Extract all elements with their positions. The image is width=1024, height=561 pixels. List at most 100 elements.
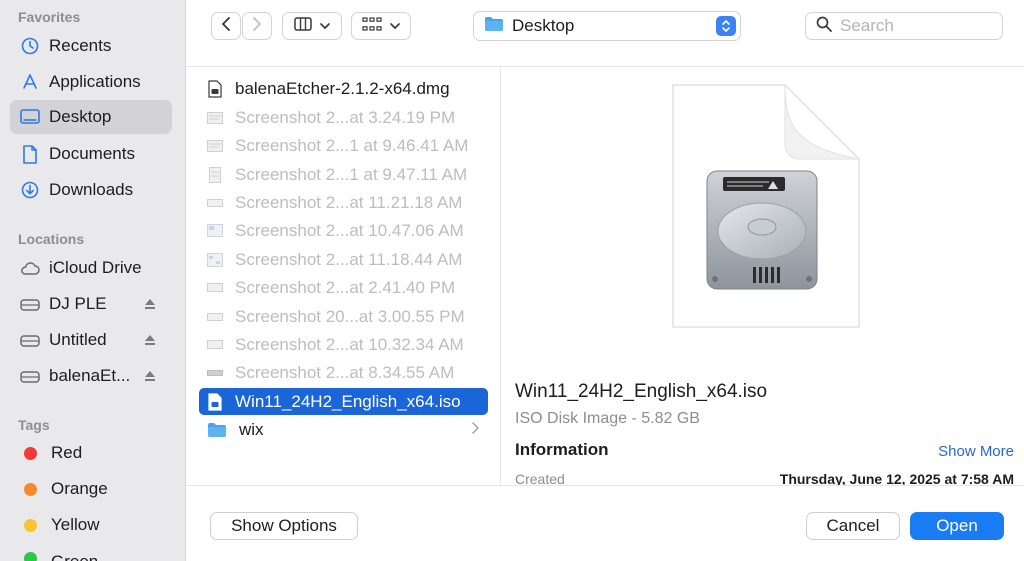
preview-file-name: Win11_24H2_English_x64.iso [515, 381, 768, 402]
grid-icon [362, 16, 382, 36]
created-value: Thursday, June 12, 2025 at 7:58 AM [779, 471, 1014, 485]
sidebar-item-label: Downloads [49, 180, 134, 199]
created-label: Created [515, 471, 565, 485]
sidebar-item-label: Desktop [49, 107, 112, 126]
file-list: balenaEtcher-2.1.2-x64.dmg Screenshot 2.… [186, 66, 501, 485]
folder-icon [484, 16, 504, 37]
desktop-icon [20, 107, 40, 127]
file-row-screenshot: Screenshot 2...at 10.47.06 AM [199, 217, 489, 244]
sidebar-item-label: Red [51, 443, 83, 462]
sidebar-tag-green[interactable]: Green [10, 544, 172, 561]
columns-view-icon [294, 16, 312, 36]
drive-icon [20, 366, 40, 386]
file-row-screenshot: Screenshot 2...at 3.24.19 PM [199, 104, 489, 131]
chevron-right-icon [472, 421, 480, 439]
cancel-button[interactable]: Cancel [806, 512, 900, 540]
file-row-screenshot: Screenshot 2...at 11.21.18 AM [199, 189, 489, 216]
sidebar: Favorites Recents Applications Desktop D… [0, 0, 186, 561]
sidebar-item-label: iCloud Drive [49, 258, 142, 277]
information-heading: Information [515, 440, 609, 459]
folder-icon [207, 420, 227, 440]
sidebar-item-applications[interactable]: Applications [10, 65, 172, 99]
search-icon [816, 16, 832, 37]
location-label: Desktop [512, 16, 575, 35]
tag-dot-icon [24, 446, 37, 460]
forward-button[interactable] [242, 12, 272, 40]
image-file-icon [207, 335, 223, 355]
show-options-button[interactable]: Show Options [210, 512, 358, 540]
sidebar-item-documents[interactable]: Documents [10, 137, 172, 171]
view-columns-button[interactable] [282, 12, 342, 40]
stepper-icon [716, 16, 736, 36]
file-name: wix [239, 419, 264, 439]
sidebar-item-label: Applications [49, 72, 141, 91]
file-name: Screenshot 2...at 3.24.19 PM [235, 107, 456, 127]
sidebar-item-balenaetcher[interactable]: balenaEt... [10, 359, 172, 393]
image-file-icon [207, 250, 223, 270]
sidebar-item-label: Documents [49, 144, 135, 163]
file-row-screenshot: Screenshot 2...1 at 9.47.11 AM [199, 161, 489, 188]
file-row-balenaetcher-dmg[interactable]: balenaEtcher-2.1.2-x64.dmg [199, 75, 489, 102]
sidebar-tag-red[interactable]: Red [10, 436, 172, 470]
image-file-icon [207, 307, 223, 327]
sidebar-item-desktop[interactable]: Desktop [10, 100, 172, 134]
group-by-button[interactable] [351, 12, 411, 40]
sidebar-tag-yellow[interactable]: Yellow [10, 508, 172, 542]
sidebar-item-label: Green [51, 552, 98, 561]
clock-icon [20, 36, 40, 56]
file-name: Screenshot 2...at 10.47.06 AM [235, 220, 464, 240]
file-name: Screenshot 2...at 8.34.55 AM [235, 362, 455, 382]
eject-icon[interactable] [142, 332, 158, 348]
file-row-win11-iso[interactable]: Win11_24H2_English_x64.iso [199, 388, 488, 415]
file-row-wix-folder[interactable]: wix [199, 416, 489, 443]
image-file-icon [207, 221, 223, 241]
file-name: Screenshot 2...at 10.32.34 AM [235, 334, 464, 354]
eject-icon[interactable] [142, 368, 158, 384]
document-icon [20, 144, 40, 164]
cloud-icon [20, 258, 40, 278]
open-button[interactable]: Open [910, 512, 1004, 540]
search-input[interactable] [840, 16, 990, 36]
sidebar-item-recents[interactable]: Recents [10, 29, 172, 63]
download-icon [20, 180, 40, 200]
sidebar-item-label: DJ PLE [49, 294, 107, 313]
file-name: Screenshot 2...at 11.21.18 AM [235, 192, 463, 212]
disk-image-file-icon [207, 79, 223, 99]
preview-pane: Win11_24H2_English_x64.iso ISO Disk Imag… [501, 66, 1024, 485]
bottom-bar: Show Options Cancel Open [186, 485, 1024, 561]
sidebar-item-dj-ple[interactable]: DJ PLE [10, 287, 172, 321]
file-row-screenshot: Screenshot 2...at 11.18.44 AM [199, 246, 489, 273]
file-row-screenshot: Screenshot 20...at 3.00.55 PM [199, 303, 489, 330]
sidebar-section-locations: Locations [18, 231, 85, 247]
image-file-icon [207, 136, 223, 156]
back-button[interactable] [211, 12, 241, 40]
sidebar-item-label: Untitled [49, 330, 107, 349]
sidebar-item-icloud-drive[interactable]: iCloud Drive [10, 251, 172, 285]
sidebar-tag-orange[interactable]: Orange [10, 472, 172, 506]
tag-dot-icon [24, 482, 37, 496]
show-more-link[interactable]: Show More [938, 443, 1014, 460]
sidebar-section-favorites: Favorites [18, 9, 81, 25]
applications-icon [20, 72, 40, 92]
disk-image-file-icon [207, 392, 223, 412]
drive-icon [20, 330, 40, 350]
sidebar-item-label: Yellow [51, 515, 100, 534]
image-file-icon [207, 108, 223, 128]
file-row-screenshot: Screenshot 2...at 2.41.40 PM [199, 274, 489, 301]
search-field[interactable] [805, 12, 1003, 40]
file-name: Screenshot 2...1 at 9.46.41 AM [235, 135, 469, 155]
location-popup[interactable]: Desktop [473, 11, 741, 41]
file-name: Win11_24H2_English_x64.iso [235, 391, 461, 411]
chevron-down-icon [320, 17, 330, 35]
sidebar-item-downloads[interactable]: Downloads [10, 173, 172, 207]
sidebar-item-untitled[interactable]: Untitled [10, 323, 172, 357]
preview-file-kind: ISO Disk Image - 5.82 GB [515, 410, 700, 427]
tag-dot-icon [24, 552, 37, 561]
image-file-icon [207, 278, 223, 298]
file-row-screenshot: Screenshot 2...at 10.32.34 AM [199, 331, 489, 358]
eject-icon[interactable] [142, 296, 158, 312]
chevron-left-icon [221, 16, 231, 36]
tag-dot-icon [24, 518, 37, 532]
file-name: Screenshot 2...at 11.18.44 AM [235, 249, 463, 269]
chevron-right-icon [252, 16, 262, 36]
